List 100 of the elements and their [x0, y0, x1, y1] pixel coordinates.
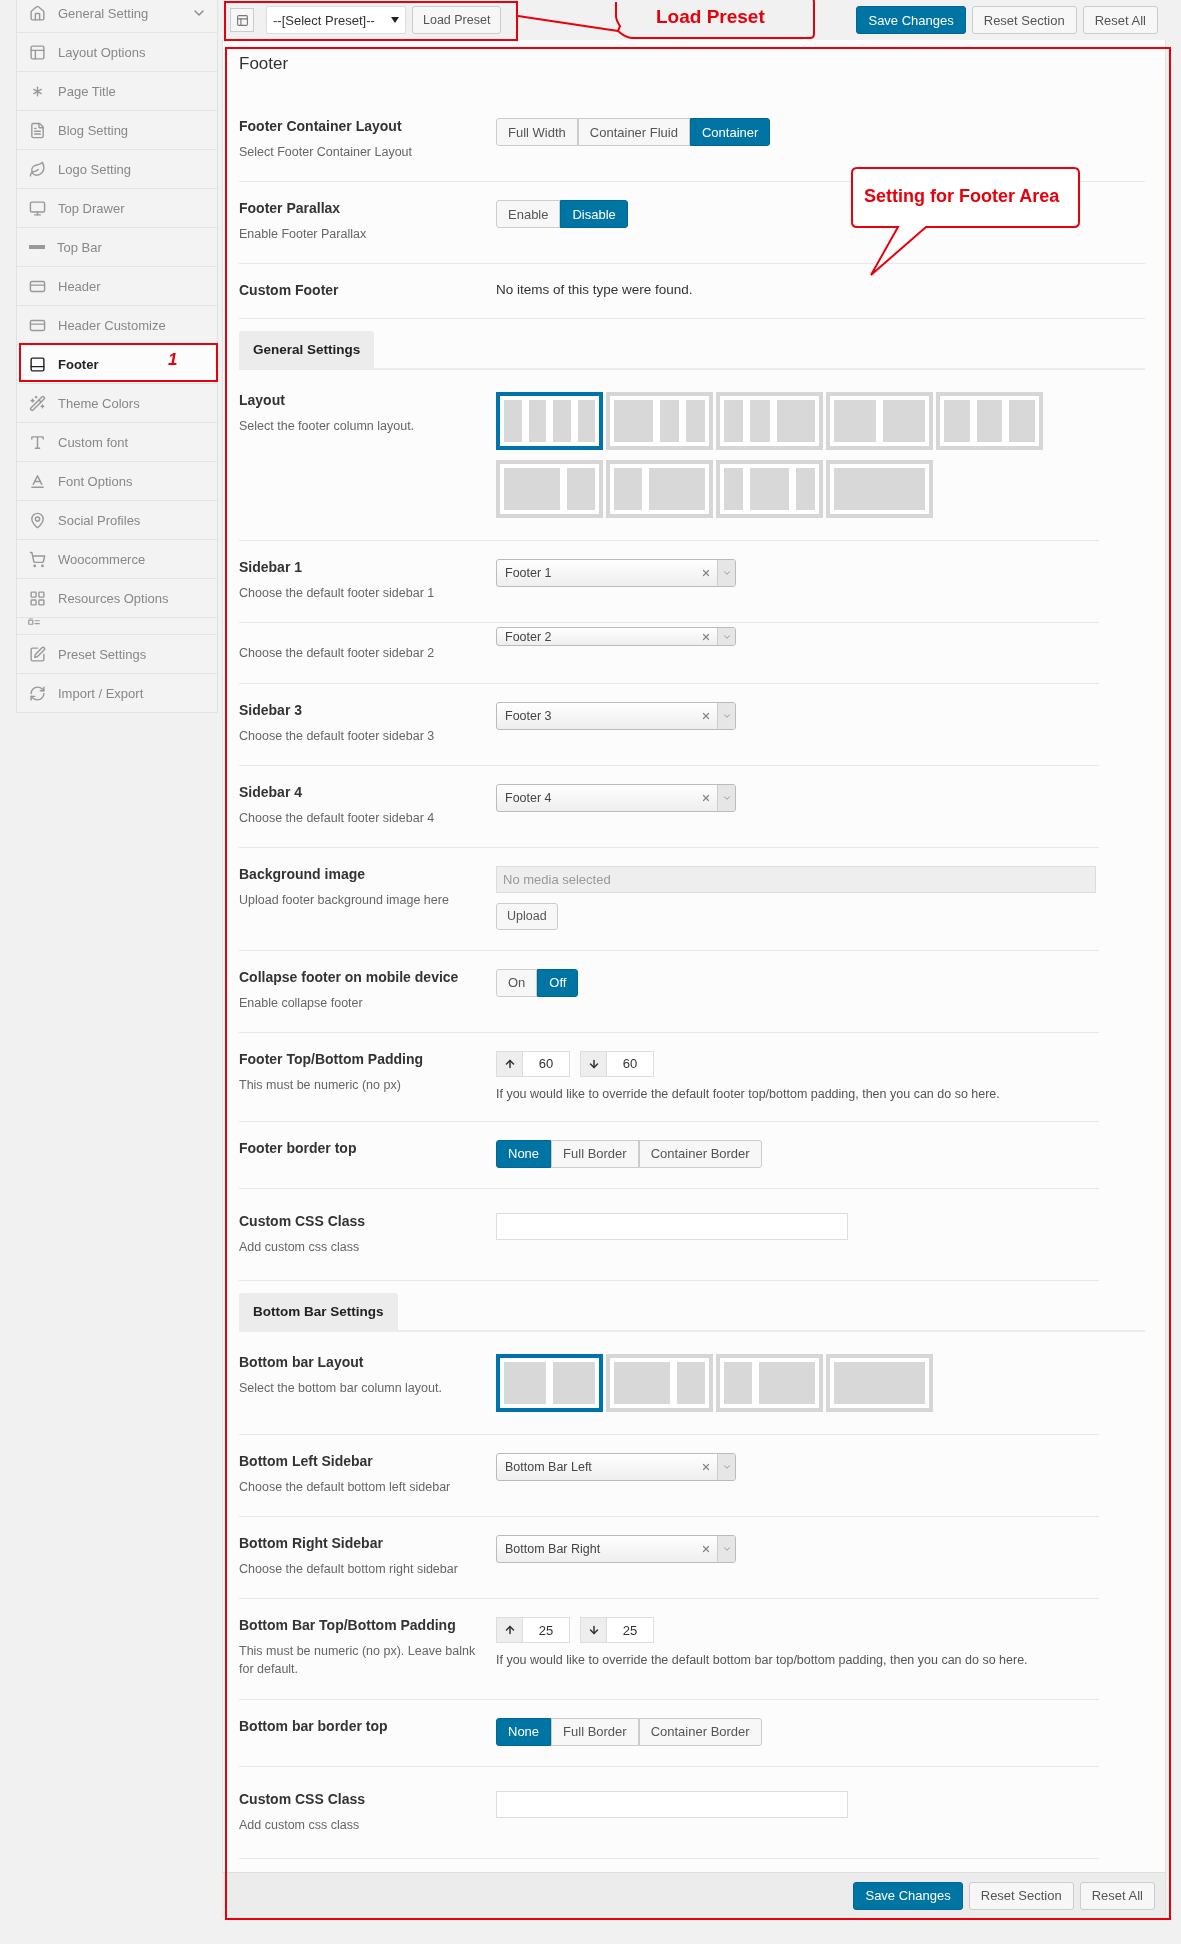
- clear-icon[interactable]: [701, 568, 711, 579]
- wand-icon: [29, 394, 46, 412]
- sidebar-select[interactable]: Bottom Bar Right: [496, 1535, 736, 1564]
- setting-label: Custom CSS Class: [239, 1212, 367, 1229]
- input-field[interactable]: [496, 1790, 848, 1818]
- option-button[interactable]: Full Border: [551, 1717, 639, 1746]
- setting-description: Choose the default footer sidebar 1: [239, 585, 436, 603]
- clear-icon[interactable]: [701, 1462, 711, 1472]
- arrow-down-icon: [587, 1624, 600, 1637]
- upload-button[interactable]: Upload: [496, 902, 558, 930]
- sidebar-select[interactable]: Footer 2: [496, 627, 736, 647]
- setting-description: This must be numeric (no px): [239, 1076, 402, 1094]
- reset-button[interactable]: Reset All: [1079, 1881, 1155, 1910]
- bottom-padding-field[interactable]: 60: [580, 1050, 654, 1077]
- sidebar-select[interactable]: Footer 1: [496, 559, 736, 588]
- input-field[interactable]: [496, 1212, 848, 1240]
- option-button[interactable]: Disable: [560, 200, 628, 229]
- callout-text: Load Preset: [656, 6, 765, 28]
- save-button[interactable]: Save Changes: [853, 1881, 963, 1910]
- option-button[interactable]: On: [496, 968, 538, 997]
- setting-description: Select the footer column layout.: [239, 418, 416, 436]
- option-button[interactable]: Container Border: [638, 1139, 762, 1168]
- minus-icon: [29, 245, 45, 249]
- setting-description: Choose the default bottom right sidebar: [239, 1561, 459, 1579]
- save-button[interactable]: Save Changes: [856, 6, 966, 34]
- sidebar-select[interactable]: Footer 4: [496, 783, 736, 812]
- setting-label: Footer Top/Bottom Padding: [239, 1050, 425, 1067]
- setting-label: Background image: [239, 865, 367, 882]
- document-icon: [29, 121, 46, 139]
- setting-label: Footer Container Layout: [239, 118, 403, 134]
- clear-icon[interactable]: [701, 792, 711, 803]
- setting-label: Custom CSS Class: [239, 1790, 367, 1807]
- setting-label: Sidebar 4: [239, 783, 304, 800]
- top-padding-field[interactable]: 25: [496, 1617, 570, 1644]
- refresh-icon: [29, 684, 46, 702]
- setting-label: Bottom Left Sidebar: [239, 1453, 374, 1469]
- setting-description: Select Footer Container Layout: [239, 144, 414, 161]
- setting-label: Sidebar 1: [239, 559, 304, 576]
- monitor-icon: [29, 199, 46, 217]
- setting-label: Sidebar 3: [239, 701, 304, 718]
- chevron-down-icon: [721, 1462, 732, 1472]
- pin-icon: [29, 511, 46, 529]
- load-preset-button[interactable]: Load Preset: [412, 6, 502, 34]
- option-button[interactable]: Enable: [496, 200, 561, 229]
- preset-select[interactable]: --[Select Preset]--: [266, 6, 406, 34]
- setting-label: Layout: [239, 392, 286, 409]
- arrow-down-icon: [587, 1057, 600, 1070]
- grid-icon: [29, 589, 46, 607]
- top-padding-field[interactable]: 60: [496, 1050, 570, 1077]
- help-text: If you would like to override the default footer top/bottom padding, then you can do so here.: [496, 1086, 1000, 1101]
- option-button[interactable]: Full Width: [496, 118, 578, 146]
- setting-description: Add custom css class: [239, 1238, 361, 1256]
- sidebar-select[interactable]: Bottom Bar Left: [496, 1453, 736, 1481]
- callout-text: Setting for Footer Area: [864, 186, 1060, 207]
- setting-description: Choose the default footer sidebar 2: [239, 645, 436, 663]
- setting-label: Bottom Bar Top/Bottom Padding: [239, 1617, 457, 1634]
- option-button[interactable]: Container Fluid: [577, 118, 690, 146]
- reset-button[interactable]: Reset Section: [971, 6, 1077, 34]
- clear-icon[interactable]: [701, 1544, 711, 1555]
- letter-icon: [29, 472, 46, 490]
- option-button[interactable]: Off: [537, 968, 579, 997]
- setting-label: Collapse footer on mobile device: [239, 968, 460, 985]
- layout-icon: [29, 43, 46, 61]
- clear-icon[interactable]: [701, 631, 711, 642]
- annotation-marker: 1: [168, 350, 178, 370]
- edit-icon: [29, 645, 46, 663]
- setting-description: This must be numeric (no px). Leave balnk for default.: [239, 1643, 477, 1679]
- setting-description: Upload footer background image here: [239, 891, 450, 909]
- leaf-icon: [29, 160, 46, 178]
- help-text: If you would like to override the default bottom bar top/bottom padding, then you can do so here.: [496, 1653, 1028, 1668]
- type-icon: [29, 433, 46, 451]
- bottom-padding-field[interactable]: 25: [580, 1617, 654, 1644]
- caret-icon: [391, 17, 399, 23]
- home-icon: [29, 4, 46, 22]
- layout-option[interactable]: [496, 1354, 603, 1412]
- setting-label: Bottom bar border top: [239, 1717, 389, 1734]
- preset-icon-button[interactable]: [230, 8, 254, 32]
- option-button[interactable]: Container Border: [638, 1717, 762, 1746]
- section-tab[interactable]: Bottom Bar Settings: [239, 1293, 398, 1330]
- setting-description: Choose the default footer sidebar 4: [239, 809, 436, 827]
- sidebar-select[interactable]: Footer 3: [496, 701, 736, 730]
- reset-button[interactable]: Reset All: [1082, 6, 1158, 34]
- setting-label: Footer Parallax: [239, 200, 342, 217]
- option-button[interactable]: None: [496, 1717, 552, 1746]
- setting-description: Choose the default footer sidebar 3: [239, 727, 436, 745]
- option-button[interactable]: Container: [689, 118, 771, 146]
- layout-icon: [235, 13, 249, 27]
- clear-icon[interactable]: [701, 710, 711, 721]
- section-tab[interactable]: General Settings: [239, 331, 375, 369]
- setting-description: Select the bottom bar column layout.: [239, 1380, 443, 1397]
- setting-description: Choose the default bottom left sidebar: [239, 1479, 452, 1496]
- option-button[interactable]: None: [496, 1139, 552, 1168]
- arrow-up-icon: [503, 1624, 516, 1637]
- arrow-up-icon: [503, 1057, 516, 1070]
- empty-message: No items of this type were found.: [496, 282, 693, 298]
- layout-option[interactable]: [496, 392, 603, 451]
- cart-icon: [29, 550, 46, 568]
- option-button[interactable]: Full Border: [551, 1139, 639, 1168]
- setting-description: Enable collapse footer: [239, 994, 364, 1012]
- reset-button[interactable]: Reset Section: [968, 1881, 1074, 1910]
